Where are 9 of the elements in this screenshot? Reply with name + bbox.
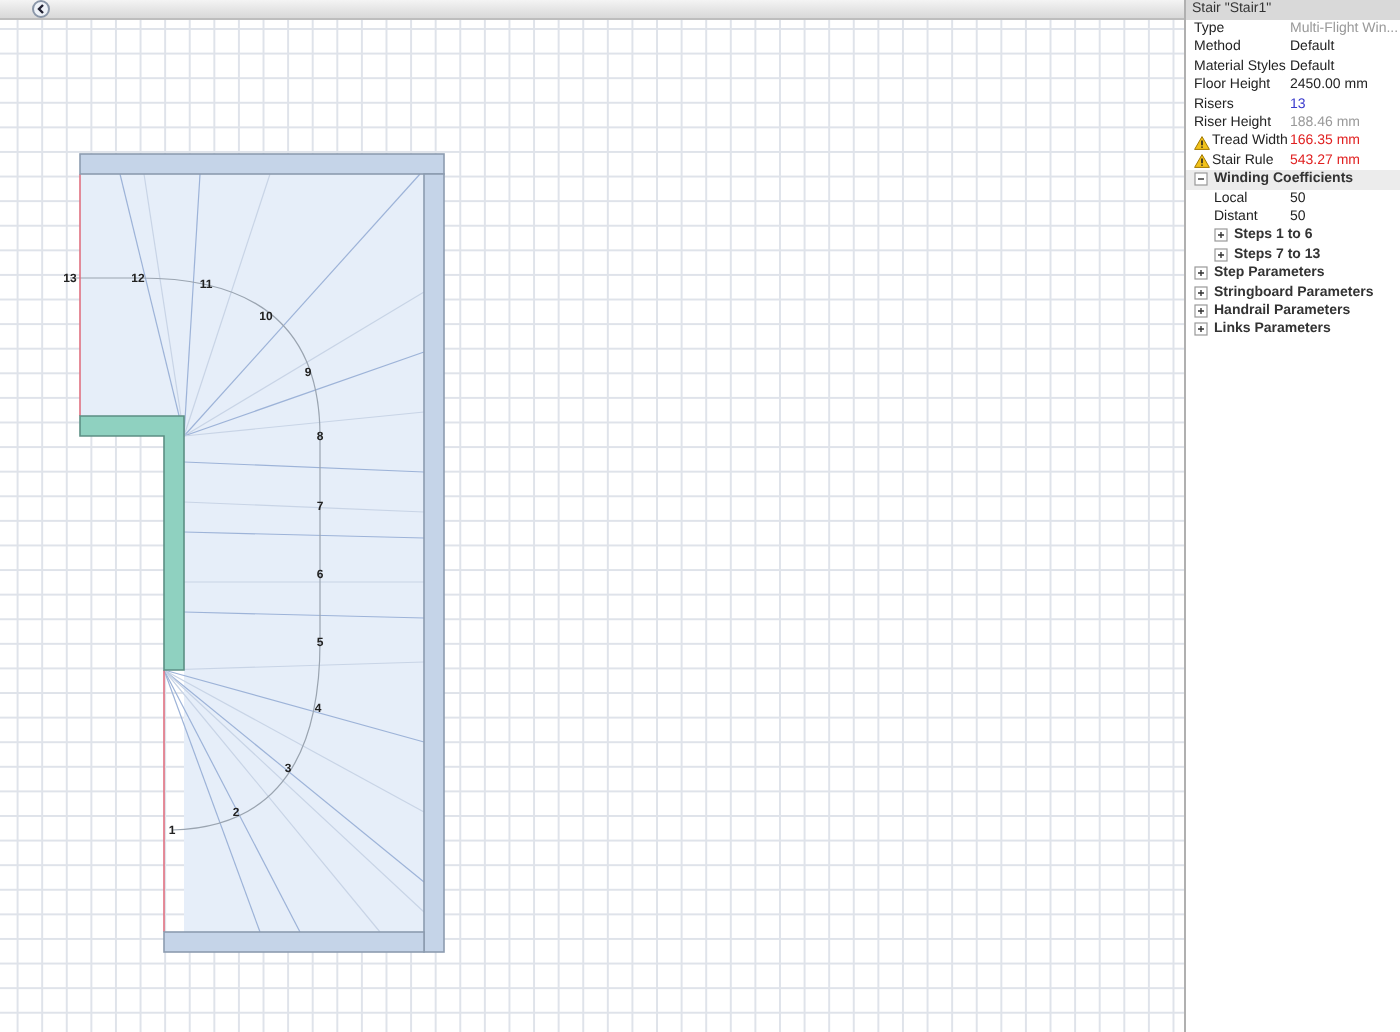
- collapse-icon[interactable]: [1194, 172, 1208, 187]
- expand-icon[interactable]: [1194, 285, 1208, 300]
- collapse-button[interactable]: [32, 0, 50, 18]
- chevron-left-icon: [36, 4, 46, 14]
- expand-icon[interactable]: [1194, 304, 1208, 319]
- expand-icon[interactable]: [1214, 228, 1228, 243]
- expand-icon[interactable]: [1214, 247, 1228, 262]
- expand-icon[interactable]: [1194, 266, 1208, 281]
- expand-icon[interactable]: [1194, 322, 1208, 337]
